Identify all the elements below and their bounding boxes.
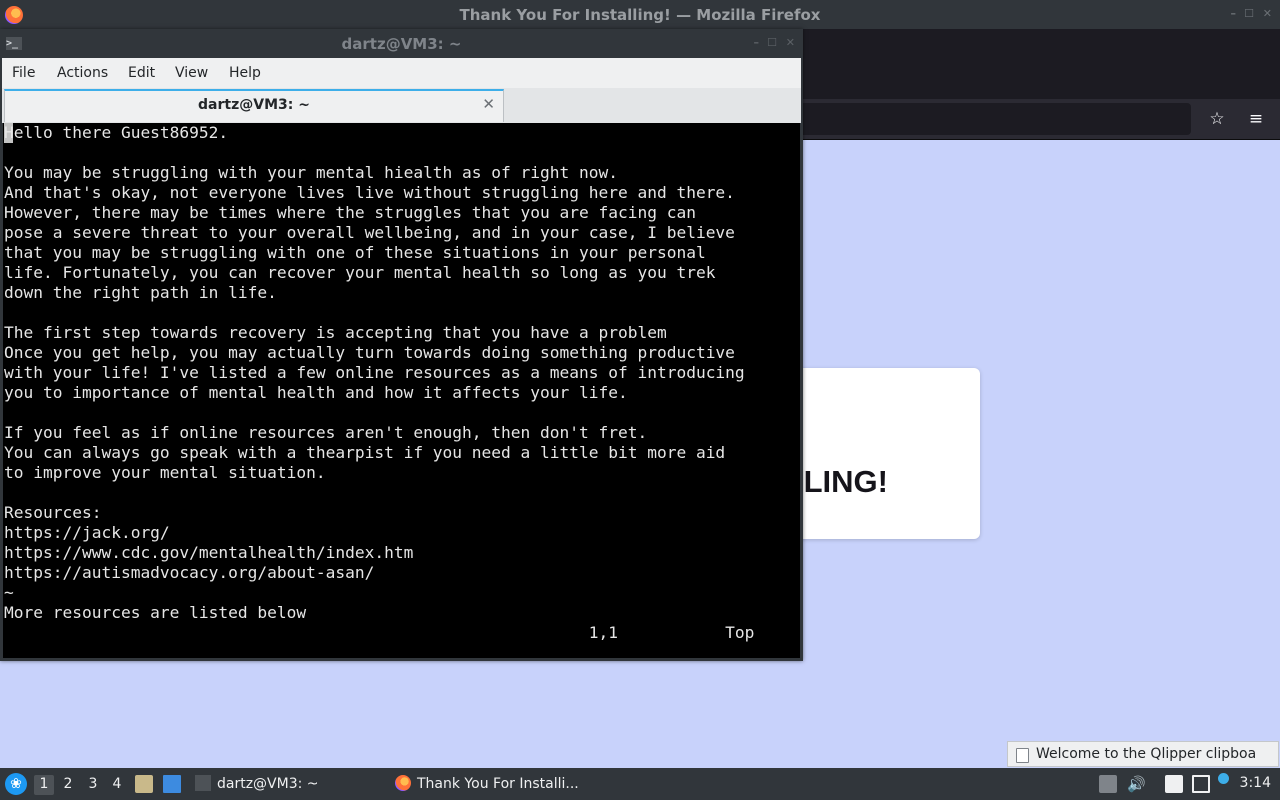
terminal-window: >_ dartz@VM3: ~ – ☐ ✕ File Actions Edit …: [0, 29, 803, 661]
menu-help[interactable]: Help: [229, 65, 261, 81]
terminal-line: Hello there Guest86952.: [4, 123, 229, 142]
clock[interactable]: 3:14: [1240, 775, 1271, 791]
firefox-tab-strip: [803, 29, 1280, 99]
desktop-4[interactable]: 4: [107, 775, 127, 795]
terminal-line: https://jack.org/: [4, 523, 170, 542]
terminal-titlebar[interactable]: >_ dartz@VM3: ~ – ☐ ✕: [0, 29, 803, 58]
firefox-navbar: ☆ ≡: [803, 99, 1280, 140]
terminal-line: However, there may be times where the st…: [4, 203, 696, 222]
firefox-titlebar: Thank You For Installing! — Mozilla Fire…: [0, 0, 1280, 29]
terminal-line: pose a severe threat to your overall wel…: [4, 223, 735, 242]
terminal-tabbar: dartz@VM3: ~ ✕: [2, 88, 801, 123]
terminal-tab-label: dartz@VM3: ~: [198, 97, 310, 113]
maximize-icon[interactable]: ☐: [1244, 7, 1254, 20]
terminal-line: with your life! I've listed a few online…: [4, 363, 745, 382]
terminal-line: life. Fortunately, you can recover your …: [4, 263, 716, 282]
desktop-1[interactable]: 1: [34, 775, 54, 795]
terminal-line: 1,1 Top: [4, 623, 755, 642]
terminal-line: You can always go speak with a thearpist…: [4, 443, 726, 462]
menu-file[interactable]: File: [12, 65, 35, 81]
hamburger-menu-icon[interactable]: ≡: [1244, 107, 1268, 131]
file-manager-icon[interactable]: [135, 775, 153, 793]
tab-close-icon[interactable]: ✕: [482, 95, 495, 113]
eject-icon[interactable]: [1099, 775, 1117, 793]
terminal-line: to improve your mental situation.: [4, 463, 326, 482]
clipboard-icon: [1016, 748, 1029, 763]
clipboard-notification[interactable]: Welcome to the Qlipper clipboa: [1007, 741, 1279, 767]
terminal-line: Resources:: [4, 503, 102, 522]
task-terminal-label: dartz@VM3: ~: [217, 776, 319, 792]
terminal-line: down the right path in life.: [4, 283, 277, 302]
task-terminal[interactable]: dartz@VM3: ~: [195, 773, 319, 795]
terminal-tab[interactable]: dartz@VM3: ~ ✕: [4, 89, 504, 122]
install-heading: LING!: [803, 464, 888, 499]
maximize-icon[interactable]: ☐: [767, 36, 777, 49]
start-menu-icon[interactable]: ❀: [5, 773, 27, 795]
desktop-2[interactable]: 2: [58, 775, 78, 795]
terminal-line: ~: [4, 583, 14, 602]
close-icon[interactable]: ✕: [1263, 7, 1272, 20]
task-firefox-label: Thank You For Installi...: [417, 776, 579, 792]
terminal-screen[interactable]: Hello there Guest86952. You may be strugg…: [3, 123, 800, 658]
terminal-line: More resources are listed below: [4, 603, 307, 622]
firefox-page-content: LING!: [783, 140, 1280, 768]
terminal-icon: [195, 775, 211, 791]
terminal-line: you to importance of mental health and h…: [4, 383, 628, 402]
taskbar: ❀ 1 2 3 4 dartz@VM3: ~ Thank You For Ins…: [0, 768, 1280, 800]
firefox-icon: [395, 775, 411, 791]
task-firefox[interactable]: Thank You For Installi...: [395, 773, 579, 795]
minimize-icon[interactable]: –: [1231, 7, 1237, 20]
install-card: LING!: [783, 368, 980, 539]
volume-icon[interactable]: 🔊: [1127, 775, 1146, 793]
network-icon[interactable]: [1192, 775, 1210, 793]
terminal-line: that you may be struggling with one of t…: [4, 243, 706, 262]
clipboard-tray-icon[interactable]: [1165, 775, 1183, 793]
update-notifier-icon[interactable]: [1218, 773, 1229, 784]
url-bar[interactable]: [803, 103, 1191, 135]
terminal-line: If you feel as if online resources aren'…: [4, 423, 648, 442]
terminal-line: https://www.cdc.gov/mentalhealth/index.h…: [4, 543, 414, 562]
terminal-line: You may be struggling with your mental h…: [4, 163, 618, 182]
terminal-line: https://autismadvocacy.org/about-asan/: [4, 563, 375, 582]
menu-edit[interactable]: Edit: [128, 65, 155, 81]
show-desktop-icon[interactable]: [163, 775, 181, 793]
minimize-icon[interactable]: –: [754, 36, 760, 49]
menu-view[interactable]: View: [175, 65, 208, 81]
menu-actions[interactable]: Actions: [57, 65, 108, 81]
firefox-window-title: Thank You For Installing! — Mozilla Fire…: [459, 6, 821, 24]
close-icon[interactable]: ✕: [786, 36, 795, 49]
terminal-menubar: File Actions Edit View Help: [0, 58, 803, 88]
terminal-line: Once you get help, you may actually turn…: [4, 343, 735, 362]
notification-text: Welcome to the Qlipper clipboa: [1036, 746, 1257, 762]
terminal-line: And that's okay, not everyone lives live…: [4, 183, 735, 202]
desktop-3[interactable]: 3: [83, 775, 103, 795]
terminal-window-title: dartz@VM3: ~: [341, 35, 462, 53]
star-icon[interactable]: ☆: [1205, 107, 1229, 131]
terminal-line: The first step towards recovery is accep…: [4, 323, 667, 342]
